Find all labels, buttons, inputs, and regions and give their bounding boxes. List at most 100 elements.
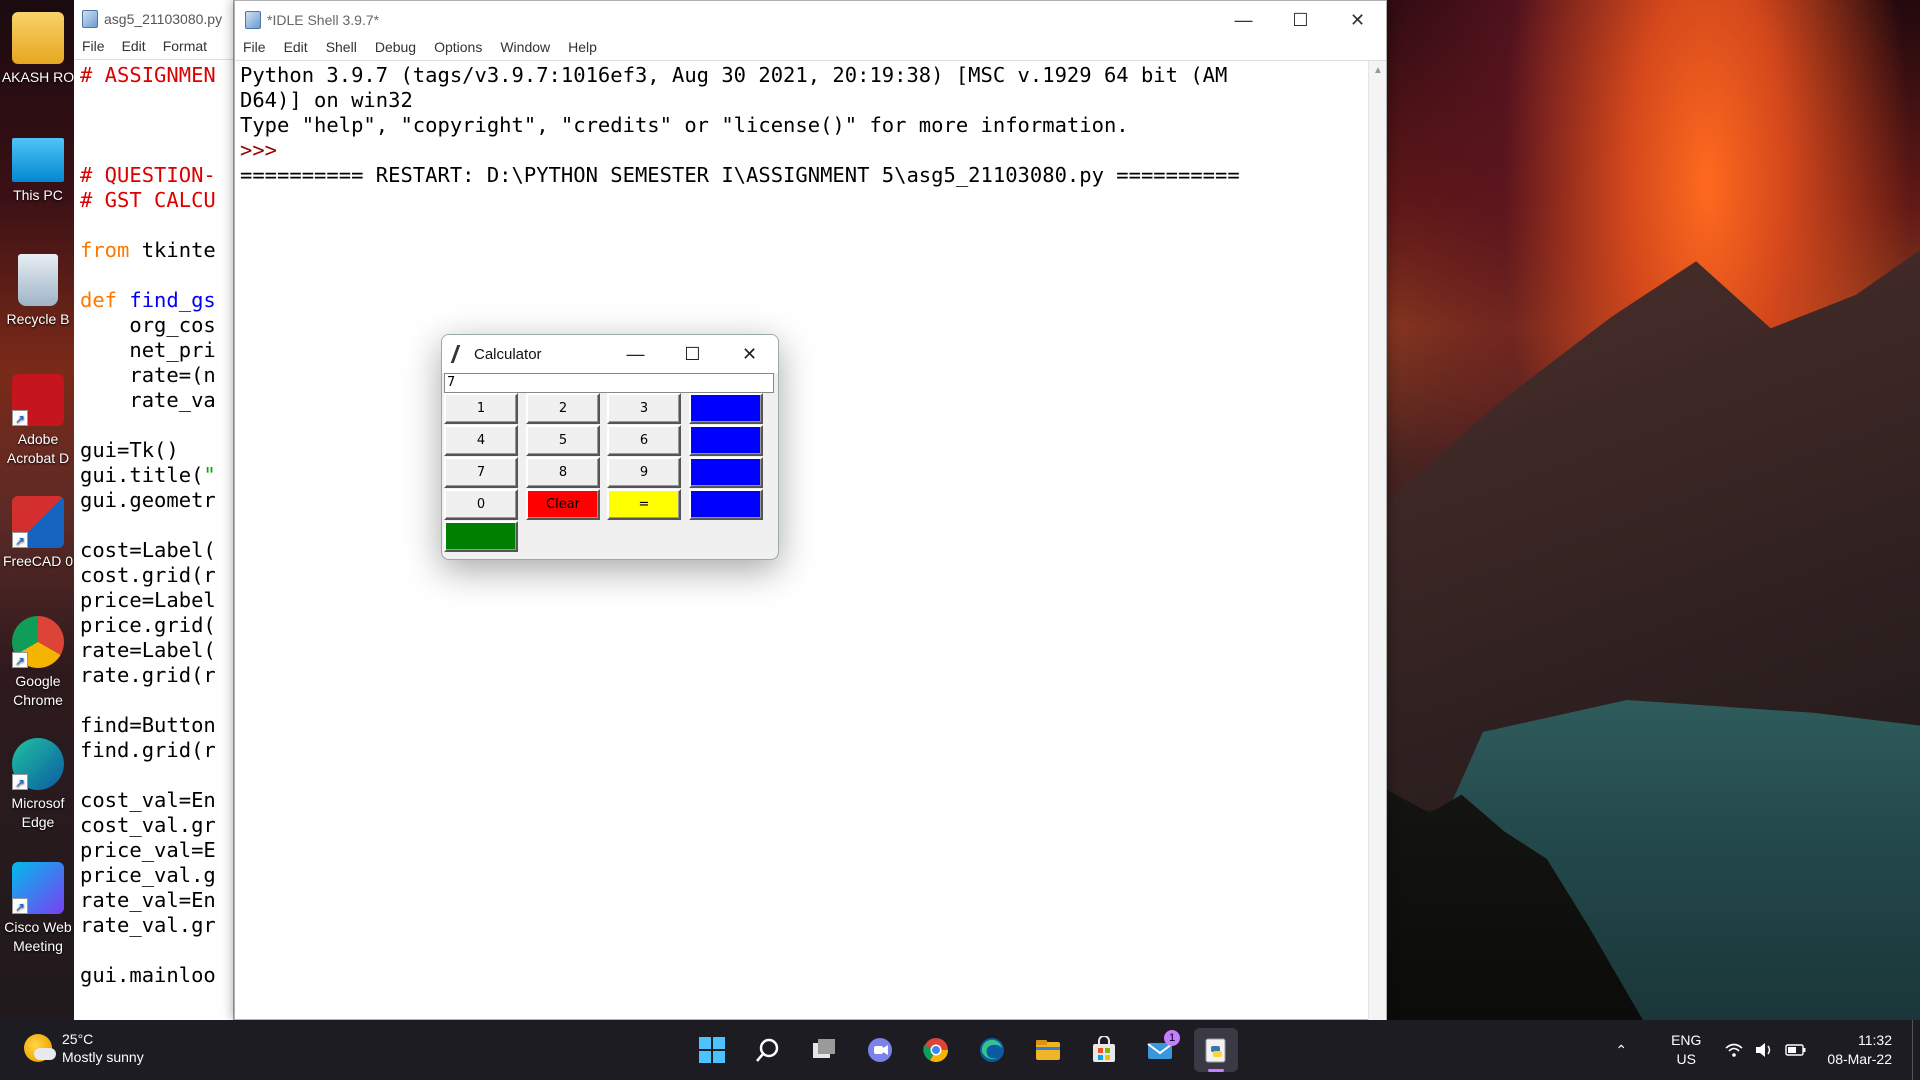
quick-settings[interactable] xyxy=(1725,1042,1807,1058)
desktop-icon-acrobat[interactable]: ↗ Adobe Acrobat D xyxy=(0,374,76,468)
show-desktop-button[interactable] xyxy=(1912,1020,1920,1080)
editor-menu-edit[interactable]: Edit xyxy=(122,38,146,59)
shell-menu-window[interactable]: Window xyxy=(500,39,550,60)
teams-chat-icon xyxy=(868,1038,892,1062)
desktop-icons: AKASH RO This PC Recycle B ↗ Adobe Acrob… xyxy=(0,0,78,1020)
clock[interactable]: 11:32 08-Mar-22 xyxy=(1827,1031,1892,1069)
calc-button-4[interactable]: 4 xyxy=(444,425,518,456)
desktop-icon-freecad[interactable]: ↗ FreeCAD 0 xyxy=(0,496,76,571)
desktop-icon-this-pc[interactable]: This PC xyxy=(0,134,76,205)
desktop-icon-label: Google Chrome xyxy=(13,673,63,708)
shell-menu-options[interactable]: Options xyxy=(434,39,482,60)
store-button[interactable] xyxy=(1082,1028,1126,1072)
minimize-icon[interactable]: — xyxy=(1215,1,1272,39)
file-explorer-button[interactable] xyxy=(1026,1028,1070,1072)
calc-button-3[interactable]: 3 xyxy=(607,393,681,424)
chrome-taskbar-button[interactable] xyxy=(914,1028,958,1072)
windows-start-icon xyxy=(699,1037,725,1063)
shell-menu-file[interactable]: File xyxy=(243,39,266,60)
calc-button-0[interactable]: 0 xyxy=(444,489,518,520)
desktop-icon-edge[interactable]: ↗ Microsof Edge xyxy=(0,738,76,832)
teams-chat-button[interactable] xyxy=(858,1028,902,1072)
editor-window[interactable]: asg5_21103080.py File Edit Format # ASSI… xyxy=(74,0,234,1020)
chevron-up-icon[interactable]: ⌃ xyxy=(1615,1042,1627,1059)
code-line: # ASSIGNMEN xyxy=(80,63,216,87)
close-icon[interactable]: ✕ xyxy=(721,335,778,373)
desktop-icon-webex[interactable]: ↗ Cisco Web Meeting xyxy=(0,862,76,956)
code-line: gui=Tk() xyxy=(80,438,179,462)
calc-button-clear[interactable]: Clear xyxy=(526,489,600,520)
task-view-button[interactable] xyxy=(802,1028,846,1072)
editor-menu-file[interactable]: File xyxy=(82,38,105,59)
calc-button-divide[interactable]: / xyxy=(689,489,763,520)
shell-output-area[interactable]: Python 3.9.7 (tags/v3.9.7:1016ef3, Aug 3… xyxy=(235,61,1386,1021)
idle-taskbar-button[interactable] xyxy=(1194,1028,1238,1072)
close-icon[interactable]: ✕ xyxy=(1329,1,1386,39)
shell-scrollbar[interactable]: ▲ xyxy=(1368,61,1386,1021)
desktop-icon-label: Microsof Edge xyxy=(11,795,65,830)
desktop-icon-recycle-bin[interactable]: Recycle B xyxy=(0,254,76,329)
calc-button-multiply[interactable]: * xyxy=(689,457,763,488)
webex-icon: ↗ xyxy=(12,862,64,914)
shell-titlebar[interactable]: *IDLE Shell 3.9.7* — ☐ ✕ xyxy=(235,1,1386,39)
calculator-titlebar[interactable]: Calculator — ☐ ✕ xyxy=(442,335,778,373)
user-folder-icon xyxy=(12,12,64,64)
desktop-icon-chrome[interactable]: ↗ Google Chrome xyxy=(0,616,76,710)
language-indicator[interactable]: ENG US xyxy=(1671,1031,1701,1069)
code-line: cost_val.gr xyxy=(80,813,216,837)
calc-button-2[interactable]: 2 xyxy=(526,393,600,424)
calc-button-9[interactable]: 9 xyxy=(607,457,681,488)
clock-time: 11:32 xyxy=(1858,1032,1892,1048)
mail-button[interactable]: 1 xyxy=(1138,1028,1182,1072)
weather-widget[interactable]: 25°C Mostly sunny xyxy=(24,1030,144,1066)
code-line: rate_val=En xyxy=(80,888,216,912)
calculator-title: Calculator xyxy=(474,345,542,363)
start-button[interactable] xyxy=(690,1028,734,1072)
shell-menu-shell[interactable]: Shell xyxy=(326,39,357,60)
volume-icon xyxy=(1756,1043,1771,1057)
search-button[interactable] xyxy=(746,1028,790,1072)
code-line: from tkinte xyxy=(80,238,216,262)
shortcut-arrow-icon: ↗ xyxy=(12,652,28,668)
calc-button-plus[interactable]: + xyxy=(689,393,763,424)
shell-text: Python 3.9.7 (tags/v3.9.7:1016ef3, Aug 3… xyxy=(235,61,1365,188)
calc-button-7[interactable]: 7 xyxy=(444,457,518,488)
calc-button-equals[interactable]: = xyxy=(607,489,681,520)
maximize-icon[interactable]: ☐ xyxy=(664,335,721,373)
calculator-display[interactable]: 7 xyxy=(444,373,774,393)
calc-button-decimal[interactable]: . xyxy=(444,521,518,552)
calc-button-minus[interactable]: - xyxy=(689,425,763,456)
maximize-icon[interactable]: ☐ xyxy=(1272,1,1329,39)
shell-menu-debug[interactable]: Debug xyxy=(375,39,416,60)
taskbar-apps: 1 xyxy=(690,1028,1238,1072)
code-line: find.grid(r xyxy=(80,738,216,762)
clock-date: 08-Mar-22 xyxy=(1827,1051,1892,1067)
file-explorer-icon xyxy=(1036,1040,1060,1060)
shell-menu-edit[interactable]: Edit xyxy=(284,39,308,60)
shell-line: D64)] on win32 xyxy=(240,88,413,112)
calculator-window[interactable]: Calculator — ☐ ✕ 7 1 2 3 +4 5 6-7 8 9 * 0 Clear = /. xyxy=(441,334,779,560)
mail-badge: 1 xyxy=(1164,1030,1180,1046)
calc-button-5[interactable]: 5 xyxy=(526,425,600,456)
calc-button-1[interactable]: 1 xyxy=(444,393,518,424)
weather-temperature: 25°C xyxy=(62,1031,94,1047)
calc-button-8[interactable]: 8 xyxy=(526,457,600,488)
editor-code-area[interactable]: # ASSIGNMEN # QUESTION- # GST CALCU from tk… xyxy=(74,60,233,988)
minimize-icon[interactable]: — xyxy=(607,335,664,373)
code-line: rate=Label( xyxy=(80,638,216,662)
shortcut-arrow-icon: ↗ xyxy=(12,898,28,914)
editor-menu-format[interactable]: Format xyxy=(163,38,207,59)
shell-line: Type "help", "copyright", "credits" or "… xyxy=(240,113,1129,137)
idle-shell-window[interactable]: *IDLE Shell 3.9.7* — ☐ ✕ File Edit Shell… xyxy=(234,0,1387,1021)
desktop-icon-user-folder[interactable]: AKASH RO xyxy=(0,12,76,87)
shell-menu-help[interactable]: Help xyxy=(568,39,597,60)
editor-titlebar[interactable]: asg5_21103080.py xyxy=(74,0,233,38)
calc-button-6[interactable]: 6 xyxy=(607,425,681,456)
editor-menubar: File Edit Format xyxy=(74,38,233,60)
edge-taskbar-button[interactable] xyxy=(970,1028,1014,1072)
scroll-up-arrow-icon[interactable]: ▲ xyxy=(1369,61,1387,79)
taskbar: 25°C Mostly sunny 1 ⌃ ENG US 11:32 08-Ma… xyxy=(0,1020,1920,1080)
